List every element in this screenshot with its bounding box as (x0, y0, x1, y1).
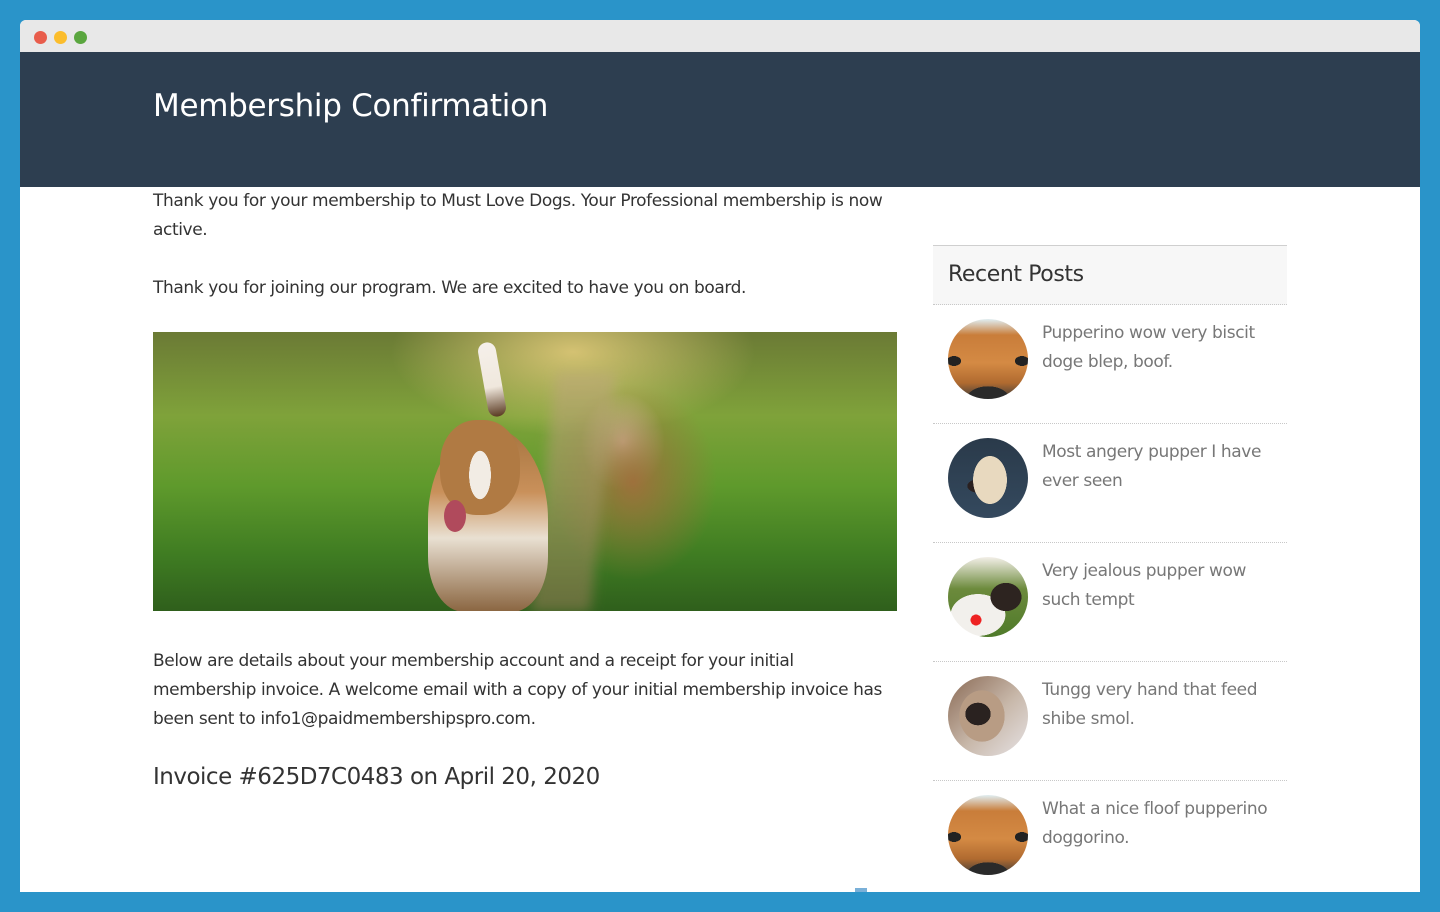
recent-post-item[interactable]: What a nice floof pupperino doggorino. (933, 781, 1287, 892)
image-icon (855, 888, 867, 892)
page-header: Membership Confirmation (20, 52, 1420, 187)
recent-posts-header: Recent Posts (933, 245, 1287, 305)
post-title-link[interactable]: What a nice floof pupperino doggorino. (1042, 795, 1277, 853)
post-title-link[interactable]: Pupperino wow very biscit doge blep, boo… (1042, 319, 1277, 377)
invoice-heading: Invoice #625D7C0483 on April 20, 2020 (153, 764, 600, 790)
page-title: Membership Confirmation (153, 88, 549, 124)
window-titlebar (20, 20, 1420, 52)
post-thumbnail[interactable] (948, 795, 1028, 875)
welcome-message: Thank you for joining our program. We ar… (153, 278, 747, 298)
browser-window: Membership Confirmation Thank you for yo… (20, 20, 1420, 892)
main-content: Thank you for your membership to Must Lo… (153, 187, 898, 792)
beagle-image (153, 332, 897, 611)
confirmation-message: Thank you for your membership to Must Lo… (153, 191, 883, 240)
recent-post-item[interactable]: Very jealous pupper wow such tempt (933, 543, 1287, 662)
post-thumbnail[interactable] (948, 319, 1028, 399)
image-dog-tongue (444, 500, 466, 532)
post-thumbnail[interactable] (948, 557, 1028, 637)
recent-post-item[interactable]: Pupperino wow very biscit doge blep, boo… (933, 305, 1287, 424)
recent-post-item[interactable]: Most angery pupper I have ever seen (933, 424, 1287, 543)
post-title-link[interactable]: Most angery pupper I have ever seen (1042, 438, 1277, 496)
image-dog-tail (476, 341, 508, 418)
account-details-message: Below are details about your membership … (153, 651, 883, 729)
post-thumbnail[interactable] (948, 676, 1028, 756)
post-title-link[interactable]: Tungg very hand that feed shibe smol. (1042, 676, 1277, 734)
maximize-window-button[interactable] (74, 31, 87, 44)
recent-post-item[interactable]: Tungg very hand that feed shibe smol. (933, 662, 1287, 781)
recent-posts-widget: Recent Posts Pupperino wow very biscit d… (933, 245, 1287, 892)
recent-posts-title: Recent Posts (948, 262, 1084, 287)
post-title-link[interactable]: Very jealous pupper wow such tempt (1042, 557, 1277, 615)
close-window-button[interactable] (34, 31, 47, 44)
post-thumbnail[interactable] (948, 438, 1028, 518)
minimize-window-button[interactable] (54, 31, 67, 44)
